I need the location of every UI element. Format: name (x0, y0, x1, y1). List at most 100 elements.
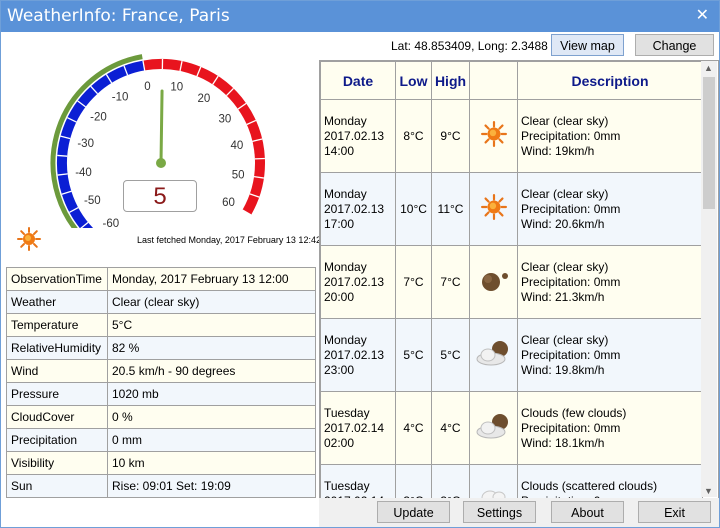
forecast-low: 4°C (395, 391, 432, 465)
forecast-precipitation: Precipitation: 0mm (521, 128, 621, 143)
forecast-summary: Clear (clear sky) (521, 186, 609, 201)
view-map-button[interactable]: View map (551, 34, 624, 56)
gauge-needle (159, 89, 164, 165)
column-date-header[interactable]: Date (320, 61, 396, 100)
forecast-day: Monday (324, 186, 367, 201)
forecast-time: 17:00 (324, 216, 355, 231)
forecast-description: Clear (clear sky) Precipitation: 0mm Wind:… (517, 245, 703, 319)
column-description-header[interactable]: Description (517, 61, 703, 100)
forecast-description: Clear (clear sky) Precipitation: 0mm Wind:… (517, 99, 703, 173)
observation-value: Monday, 2017 February 13 12:00 (107, 267, 316, 291)
observation-table: ObservationTime Monday, 2017 February 13 … (6, 267, 316, 498)
column-low-header[interactable]: Low (395, 61, 432, 100)
scroll-up-icon[interactable]: ▲ (704, 63, 713, 73)
forecast-date: 2017.02.14 (324, 420, 385, 435)
forecast-wind: Wind: 21.3km/h (521, 289, 605, 304)
forecast-icon-cell (469, 464, 518, 499)
forecast-wind: Wind: 20.6km/h (521, 216, 605, 231)
main-window: WeatherInfo: France, Paris ✕ Lat: 48.853… (0, 0, 720, 528)
observation-row: Visibility 10 km (6, 451, 316, 475)
forecast-summary: Clouds (few clouds) (521, 405, 627, 420)
current-weather-sun-icon (17, 227, 41, 254)
observation-value: 10 km (107, 451, 316, 475)
moon-cloud-icon (474, 341, 514, 370)
observation-key: RelativeHumidity (6, 336, 108, 360)
observation-row: Pressure 1020 mb (6, 382, 316, 406)
observation-row: Wind 20.5 km/h - 90 degrees (6, 359, 316, 383)
observation-row: RelativeHumidity 82 % (6, 336, 316, 360)
gauge-tick-label: 60 (222, 197, 235, 209)
forecast-grid[interactable]: Date Low High Description Monday 2017.02.13 1… (319, 60, 719, 500)
about-button[interactable]: About (551, 501, 624, 523)
scroll-down-icon[interactable]: ▼ (704, 486, 713, 496)
forecast-date-cell: Tuesday2017.02.1405:00 (320, 464, 396, 499)
forecast-row[interactable]: Monday 2017.02.13 23:00 5°C 5°C Clear (clear … (320, 318, 703, 392)
settings-button[interactable]: Settings (463, 501, 536, 523)
change-location-button[interactable]: Change (635, 34, 714, 56)
forecast-low: 10°C (395, 172, 432, 246)
forecast-high: 11°C (431, 172, 470, 246)
sun-icon (480, 194, 507, 223)
forecast-day: Tuesday (324, 478, 370, 493)
forecast-description: Clear (clear sky) Precipitation: 0mm Wind:… (517, 172, 703, 246)
forecast-date-cell: Tuesday 2017.02.14 02:00 (320, 391, 396, 465)
forecast-wind: Wind: 19km/h (521, 143, 595, 158)
observation-row: Weather Clear (clear sky) (6, 290, 316, 314)
forecast-high: 9°C (431, 99, 470, 173)
column-high-header[interactable]: High (431, 61, 470, 100)
observation-key: Visibility (6, 451, 108, 475)
gauge-tick-label: -40 (75, 167, 92, 179)
close-icon[interactable]: ✕ (696, 5, 709, 24)
scrollbar-thumb[interactable] (703, 77, 715, 209)
forecast-row[interactable]: Monday 2017.02.13 17:00 10°C 11°C Clear (clea… (320, 172, 703, 246)
update-button[interactable]: Update (377, 501, 450, 523)
observation-value: 0 mm (107, 428, 316, 452)
forecast-wind: Wind: 19.8km/h (521, 362, 605, 377)
observation-value: 5°C (107, 313, 316, 337)
forecast-icon-cell (469, 318, 518, 392)
last-fetched-label: Last fetched Monday, 2017 February 13 12… (137, 235, 321, 245)
forecast-precipitation: Precipitation: 0mm (521, 347, 621, 362)
forecast-summary: Clouds (scattered clouds) (521, 478, 658, 493)
forecast-date: 2017.02.13 (324, 274, 385, 289)
gauge-tick-label: -50 (84, 195, 101, 207)
gauge-tick (57, 154, 68, 157)
forecast-scrollbar[interactable]: ▲ ▼ (701, 61, 717, 497)
forecast-icon-cell (469, 99, 518, 173)
gauge-tick-label: 30 (218, 113, 231, 125)
column-icon-header[interactable] (469, 61, 518, 100)
forecast-time: 23:00 (324, 362, 355, 377)
forecast-high: 3°C (431, 464, 470, 499)
gauge-tick-label: 40 (230, 140, 243, 152)
title-bar[interactable]: WeatherInfo: France, Paris ✕ (1, 1, 719, 32)
temperature-value: 5 (123, 180, 197, 212)
forecast-row[interactable]: Monday 2017.02.13 20:00 7°C 7°C Clear (clear … (320, 245, 703, 319)
observation-value: Rise: 09:01 Set: 19:09 (107, 474, 316, 498)
moon-cloud-icon (474, 414, 514, 443)
observation-row: Sun Rise: 09:01 Set: 19:09 (6, 474, 316, 498)
observation-value: 82 % (107, 336, 316, 360)
moon-icon (477, 273, 511, 296)
forecast-date-cell: Monday 2017.02.13 23:00 (320, 318, 396, 392)
forecast-row[interactable]: Tuesday2017.02.1405:003°C3°CClouds (scat… (320, 464, 703, 499)
observation-key: Pressure (6, 382, 108, 406)
forecast-summary: Clear (clear sky) (521, 113, 609, 128)
forecast-day: Tuesday (324, 405, 370, 420)
forecast-day: Monday (324, 259, 367, 274)
observation-key: Wind (6, 359, 108, 383)
window-title: WeatherInfo: France, Paris (7, 6, 230, 26)
forecast-date-cell: Monday 2017.02.13 17:00 (320, 172, 396, 246)
observation-key: Precipitation (6, 428, 108, 452)
observation-row: Precipitation 0 mm (6, 428, 316, 452)
observation-key: CloudCover (6, 405, 108, 429)
forecast-precipitation: Precipitation: 0mm (521, 420, 621, 435)
forecast-row[interactable]: Tuesday 2017.02.14 02:00 4°C 4°C Clouds (few … (320, 391, 703, 465)
forecast-row[interactable]: Monday 2017.02.13 14:00 8°C 9°C Clear (clear … (320, 99, 703, 173)
gauge-tick-label: -20 (90, 111, 107, 123)
forecast-low: 3°C (395, 464, 432, 499)
forecast-low: 7°C (395, 245, 432, 319)
forecast-summary: Clear (clear sky) (521, 259, 609, 274)
gauge-tick-label: 10 (170, 82, 183, 94)
observation-row: Temperature 5°C (6, 313, 316, 337)
exit-button[interactable]: Exit (638, 501, 711, 523)
